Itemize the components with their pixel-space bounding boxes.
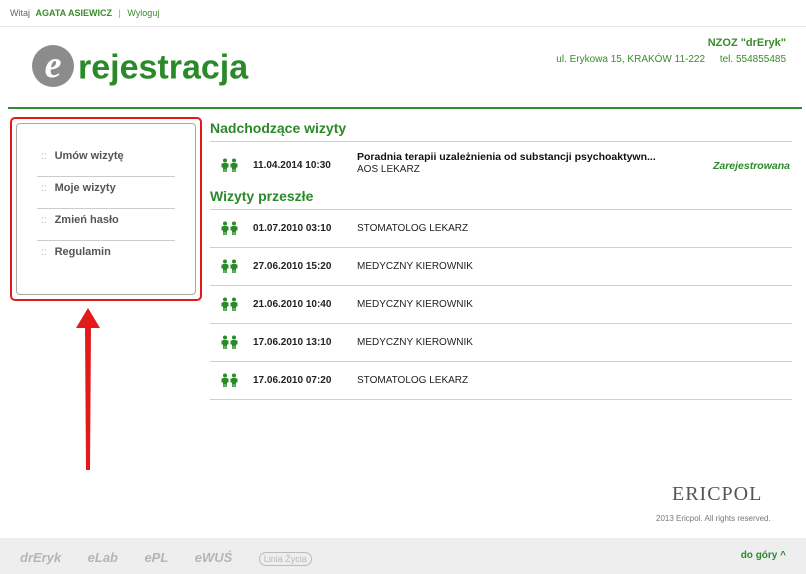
menu-bullet-icon: :: [41, 151, 47, 162]
patient-doctor-icon [221, 158, 238, 172]
visit-date: 01.07.2010 03:10 [253, 223, 332, 234]
copyright-text: 2013 Ericpol. All rights reserved. [656, 514, 771, 523]
sidebar-item-change-password[interactable]: :: Zmień hasło [37, 210, 175, 241]
sidebar-menu: :: Umów wizytę :: Moje wizyty :: Zmień hasł… [37, 146, 175, 274]
greeting-text: Witaj [10, 8, 30, 18]
upcoming-visits-title: Nadchodzące wizyty [210, 120, 792, 142]
patient-doctor-icon [221, 373, 238, 387]
past-visit-row[interactable]: 01.07.2010 03:10 STOMATOLOG LEKARZ [210, 210, 792, 248]
sidebar-highlight: :: Umów wizytę :: Moje wizyty :: Zmień hasł… [10, 117, 202, 301]
patient-doctor-icon [221, 221, 238, 235]
visit-status-badge: Zarejestrowana [712, 160, 790, 172]
visits-panel: Nadchodzące wizyty 11.04.2014 10:30 Pora… [210, 120, 792, 400]
visit-doctor-type: MEDYCZNY KIEROWNIK [357, 337, 473, 348]
sidebar-item-label: Umów wizytę [54, 150, 124, 162]
sidebar-item-label: Regulamin [54, 246, 111, 258]
header-divider [8, 107, 802, 109]
brand-epl-logo[interactable]: ePL [144, 550, 168, 565]
brand-elab-logo[interactable]: eLab [88, 550, 118, 565]
visit-date: 17.06.2010 07:20 [253, 375, 332, 386]
brand-dreryk-logo[interactable]: drEryk [20, 550, 61, 565]
topbar-separator: | [118, 8, 121, 18]
ericpol-logo: ERICPOL [672, 483, 763, 505]
annotation-arrow-icon [76, 308, 100, 470]
menu-bullet-icon: :: [41, 215, 47, 226]
visit-doctor-type: AOS LEKARZ [357, 164, 420, 175]
past-visit-row[interactable]: 27.06.2010 15:20 MEDYCZNY KIEROWNIK [210, 248, 792, 286]
sidebar-item-regulations[interactable]: :: Regulamin [37, 242, 175, 273]
clinic-name: NZOZ "drEryk" [707, 37, 786, 49]
header: e rejestracja NZOZ "drEryk" ul. Erykowa 1… [0, 27, 806, 107]
clinic-phone: tel. 554855485 [719, 54, 786, 65]
patient-doctor-icon [221, 335, 238, 349]
past-visits-title: Wizyty przeszłe [210, 188, 792, 210]
visit-doctor-type: MEDYCZNY KIEROWNIK [357, 261, 473, 272]
visit-date: 21.06.2010 10:40 [253, 299, 332, 310]
past-visit-row[interactable]: 17.06.2010 13:10 MEDYCZNY KIEROWNIK [210, 324, 792, 362]
past-visit-row[interactable]: 21.06.2010 10:40 MEDYCZNY KIEROWNIK [210, 286, 792, 324]
clinic-info: NZOZ "drEryk" ul. Erykowa 15, KRAKÓW 11-… [556, 37, 786, 65]
sidebar-menu-box: :: Umów wizytę :: Moje wizyty :: Zmień hasł… [16, 123, 196, 295]
clinic-address-line: ul. Erykowa 15, KRAKÓW 11-222 tel. 55485… [556, 54, 786, 65]
top-bar: Witaj AGATA ASIEWICZ | Wyloguj [0, 0, 806, 27]
visit-doctor-type: MEDYCZNY KIEROWNIK [357, 299, 473, 310]
sidebar-item-my-visits[interactable]: :: Moje wizyty [37, 178, 175, 209]
visit-date: 27.06.2010 15:20 [253, 261, 332, 272]
sidebar-item-book-visit[interactable]: :: Umów wizytę [37, 146, 175, 177]
upcoming-visit-row[interactable]: 11.04.2014 10:30 Poradnia terapii uzależ… [210, 142, 792, 188]
visit-date: 11.04.2014 10:30 [253, 160, 331, 171]
user-name: AGATA ASIEWICZ [35, 8, 113, 18]
clinic-address: ul. Erykowa 15, KRAKÓW 11-222 [556, 54, 706, 65]
visit-clinic-name: Poradnia terapii uzależnienia od substan… [357, 151, 656, 163]
sidebar-item-label: Moje wizyty [54, 182, 116, 194]
past-visit-row[interactable]: 17.06.2010 07:20 STOMATOLOG LEKARZ [210, 362, 792, 400]
visit-date: 17.06.2010 13:10 [253, 337, 332, 348]
brand-ewus-logo[interactable]: eWUŚ [195, 550, 233, 565]
logo-e-icon: e [32, 45, 74, 88]
back-to-top-link[interactable]: do góry ^ [741, 550, 786, 561]
erejestracja-logo[interactable]: e rejestracja [32, 45, 249, 89]
bottom-bar: drEryk eLab ePL eWUŚ Linia Życia do góry… [0, 538, 806, 574]
visit-doctor-type: STOMATOLOG LEKARZ [357, 223, 469, 234]
patient-doctor-icon [221, 259, 238, 273]
brand-linia-zycia-logo[interactable]: Linia Życia [258, 552, 312, 566]
visit-doctor-type: STOMATOLOG LEKARZ [357, 375, 469, 386]
sidebar-item-label: Zmień hasło [54, 214, 119, 226]
menu-bullet-icon: :: [41, 183, 47, 194]
logout-link[interactable]: Wyloguj [127, 8, 159, 18]
partner-logos: drEryk eLab ePL eWUŚ Linia Życia [20, 549, 334, 567]
menu-bullet-icon: :: [41, 247, 47, 258]
patient-doctor-icon [221, 297, 238, 311]
logo-text: rejestracja [78, 48, 249, 87]
